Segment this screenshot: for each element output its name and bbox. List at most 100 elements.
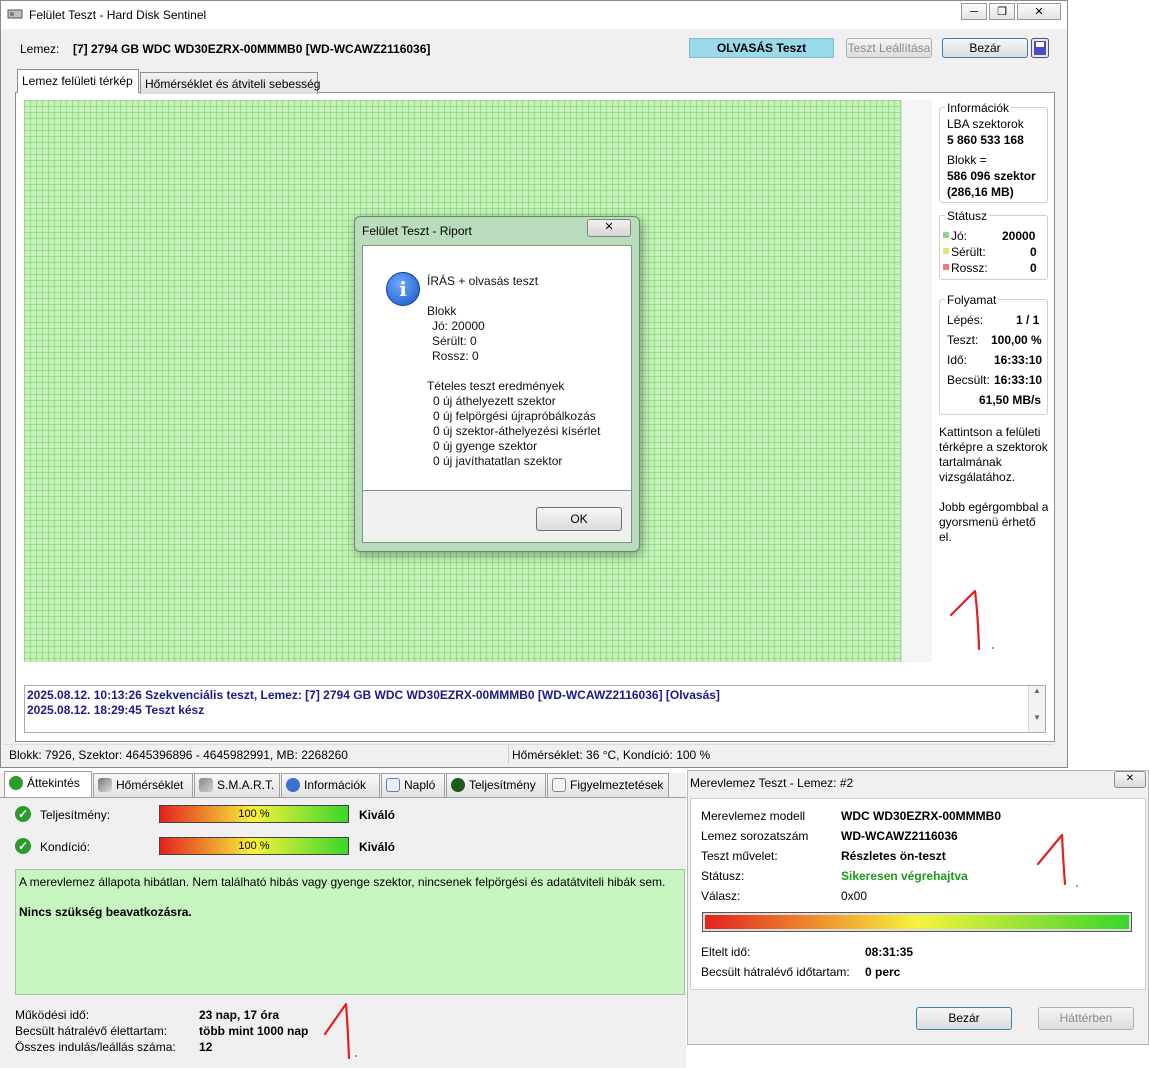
hdd-dialog-body xyxy=(690,798,1146,990)
hdd-dialog-close-icon[interactable]: ✕ xyxy=(1114,771,1146,788)
status-bar-right: Hőmérséklet: 36 °C, Kondíció: 100 % xyxy=(512,748,711,762)
scroll-up-icon[interactable]: ▲ xyxy=(1029,686,1045,695)
report-block-title: Blokk xyxy=(427,304,457,318)
model-value: WDC WD30EZRX-00MMMB0 xyxy=(841,809,1002,823)
stop-test-button[interactable]: Teszt Leállítása xyxy=(846,38,932,58)
log-scrollbar[interactable]: ▲ ▼ xyxy=(1028,686,1045,732)
log-entry: 2025.08.12. 10:13:26 Szekvenciális teszt… xyxy=(27,688,720,702)
minimize-button[interactable]: ─ xyxy=(961,3,987,20)
tab-surface-map[interactable]: Lemez felületi térkép xyxy=(17,69,139,93)
tab-temperature[interactable]: Hőmérséklet xyxy=(93,773,193,797)
report-damaged: Sérült: 0 xyxy=(432,334,477,348)
check-icon: ✓ xyxy=(15,838,31,854)
report-batch-title: Tételes teszt eredmények xyxy=(427,379,565,393)
damaged-label: Sérült: xyxy=(951,245,986,259)
test-label: Teszt: xyxy=(947,333,979,347)
check-icon xyxy=(9,776,23,790)
performance-meter: 100 % xyxy=(159,805,349,823)
elapsed-value: 08:31:35 xyxy=(865,945,914,959)
tab-overview[interactable]: Áttekintés xyxy=(4,771,92,798)
response-value: 0x00 xyxy=(841,889,868,903)
document-icon xyxy=(386,778,400,792)
log-box[interactable]: 2025.08.12. 10:13:26 Szekvenciális teszt… xyxy=(24,685,1046,733)
tab-label: Információk xyxy=(304,778,367,792)
hint-line: tartalmának xyxy=(939,455,1002,469)
report-close-button[interactable]: ✕ xyxy=(587,219,631,237)
damaged-value: 0 xyxy=(1030,245,1037,259)
check-icon: ✓ xyxy=(15,806,31,822)
hint-line: el. xyxy=(939,530,952,544)
lifetime-label: Becsült hátralévő élettartam: xyxy=(15,1024,168,1038)
condition-meter: 100 % xyxy=(159,837,349,855)
tab-log[interactable]: Napló xyxy=(381,773,445,797)
action-text: Nincs szükség beavatkozásra. xyxy=(19,905,192,919)
report-dialog-title: Felület Teszt - Riport xyxy=(362,224,472,238)
ok-button[interactable]: OK xyxy=(536,507,622,531)
report-item: 0 új felpörgési újrapróbálkozás xyxy=(433,409,596,423)
good-label: Jó: xyxy=(951,229,968,243)
handwritten-mark xyxy=(323,1002,357,1060)
report-body: i ÍRÁS + olvasás teszt Blokk Jó: 20000 S… xyxy=(362,245,632,491)
progress-group-title: Folyamat xyxy=(945,293,999,307)
elapsed-label: Eltelt idő: xyxy=(701,945,751,959)
time-label: Idő: xyxy=(947,353,968,367)
tab-label: S.M.A.R.T. xyxy=(217,778,275,792)
uptime-label: Működési idő: xyxy=(15,1008,90,1022)
status-group-title: Státusz xyxy=(945,209,990,223)
est-value: 16:33:10 xyxy=(994,373,1043,387)
starts-label: Összes indulás/leállás száma: xyxy=(15,1040,176,1054)
report-heading: ÍRÁS + olvasás teszt xyxy=(427,274,539,288)
performance-rating: Kiváló xyxy=(359,808,396,822)
close-button[interactable]: Bezár xyxy=(942,38,1028,58)
health-summary: A merevlemez állapota hibátlan. Nem talá… xyxy=(15,869,685,995)
disk-label: Lemez: xyxy=(20,42,60,56)
hdd-close-button[interactable]: Bezár xyxy=(916,1007,1012,1030)
scroll-down-icon[interactable]: ▼ xyxy=(1029,713,1045,722)
condition-label: Kondíció: xyxy=(40,840,91,854)
tab-alerts[interactable]: Figyelmeztetések xyxy=(547,773,669,797)
block-mb: (286,16 MB) xyxy=(947,185,1014,199)
remaining-value: 0 perc xyxy=(865,965,901,979)
tab-label: Áttekintés xyxy=(27,776,80,790)
lifetime-value: több mint 1000 nap xyxy=(199,1024,309,1038)
tab-label: Teljesítmény xyxy=(469,778,536,792)
tab-performance[interactable]: Teljesítmény xyxy=(446,773,546,797)
app-icon xyxy=(7,9,23,19)
tab-information[interactable]: Információk xyxy=(281,773,380,797)
save-icon[interactable] xyxy=(1031,38,1049,58)
step-value: 1 / 1 xyxy=(1016,313,1040,327)
hdd-progress-fill xyxy=(705,915,1129,929)
info-icon: i xyxy=(386,272,420,306)
bad-label: Rossz: xyxy=(951,261,988,275)
serial-label: Lemez sorozatszám xyxy=(701,829,809,843)
handwritten-mark xyxy=(1036,833,1078,887)
remaining-label: Becsült hátralévő időtartam: xyxy=(701,965,850,979)
lba-label: LBA szektorok xyxy=(947,117,1024,131)
report-item: 0 új áthelyezett szektor xyxy=(433,394,556,408)
report-dialog: Felület Teszt - Riport ✕ i ÍRÁS + olvasá… xyxy=(354,216,640,552)
alert-page-icon xyxy=(552,778,566,792)
report-item: 0 új gyenge szektor xyxy=(433,439,538,453)
status-bar-left: Blokk: 7926, Szektor: 4645396896 - 46459… xyxy=(9,748,348,762)
background-button[interactable]: Háttérben xyxy=(1038,1007,1134,1030)
good-value: 20000 xyxy=(1002,229,1036,243)
tab-temperature-speed[interactable]: Hőmérséklet és átviteli sebesség xyxy=(140,72,320,94)
status-divider xyxy=(508,745,509,763)
close-window-button[interactable]: ✕ xyxy=(1017,3,1061,20)
lba-value: 5 860 533 168 xyxy=(947,133,1024,147)
hint-rightclick: Jobb egérgombbal a gyorsmenü érhető el. xyxy=(939,500,1048,545)
tab-smart[interactable]: S.M.A.R.T. xyxy=(194,773,280,797)
hdd-dialog-title: Merevlemez Teszt - Lemez: #2 xyxy=(690,776,854,790)
map-scroll-area xyxy=(901,100,932,662)
maximize-button[interactable]: ❐ xyxy=(989,3,1015,20)
gauge-icon xyxy=(451,778,465,792)
uptime-value: 23 nap, 17 óra xyxy=(199,1008,280,1022)
report-bad: Rossz: 0 xyxy=(432,349,479,363)
hint-line: térképre a szektorok xyxy=(939,440,1048,454)
hdd-progress-bar xyxy=(702,912,1132,932)
title-bar: Felület Teszt - Hard Disk Sentinel ─ ❐ ✕ xyxy=(1,1,1067,29)
window-title: Felület Teszt - Hard Disk Sentinel xyxy=(29,8,207,22)
performance-label: Teljesítmény: xyxy=(40,808,111,822)
response-label: Válasz: xyxy=(701,889,741,903)
bad-value: 0 xyxy=(1030,261,1037,275)
